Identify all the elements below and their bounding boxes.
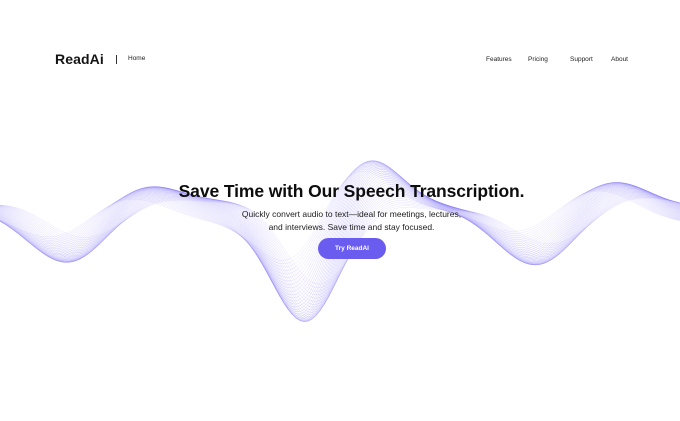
nav-link-features[interactable]: Features <box>486 56 512 63</box>
hero-subtitle: Quickly convert audio to text—ideal for … <box>0 208 680 233</box>
nav-link-pricing[interactable]: Pricing <box>528 56 548 63</box>
hero-title: Save Time with Our Speech Transcription. <box>178 181 525 201</box>
nav-link-support[interactable]: Support <box>570 56 593 63</box>
nav-link-about[interactable]: About <box>611 56 628 63</box>
hero-subtitle-line-1: Quickly convert audio to text—ideal for … <box>241 209 462 219</box>
nav-link-home[interactable]: Home <box>128 55 145 62</box>
top-navigation: ReadAi Home Features Pricing Support Abo… <box>0 0 680 120</box>
nav-divider <box>116 55 117 64</box>
landing-page: ReadAi Home Features Pricing Support Abo… <box>0 0 680 421</box>
hero-subtitle-line-2: and interviews. Save time and stay focus… <box>268 221 435 232</box>
try-readai-button[interactable]: Try ReadAI <box>318 238 386 259</box>
brand-logo[interactable]: ReadAi <box>55 51 104 67</box>
